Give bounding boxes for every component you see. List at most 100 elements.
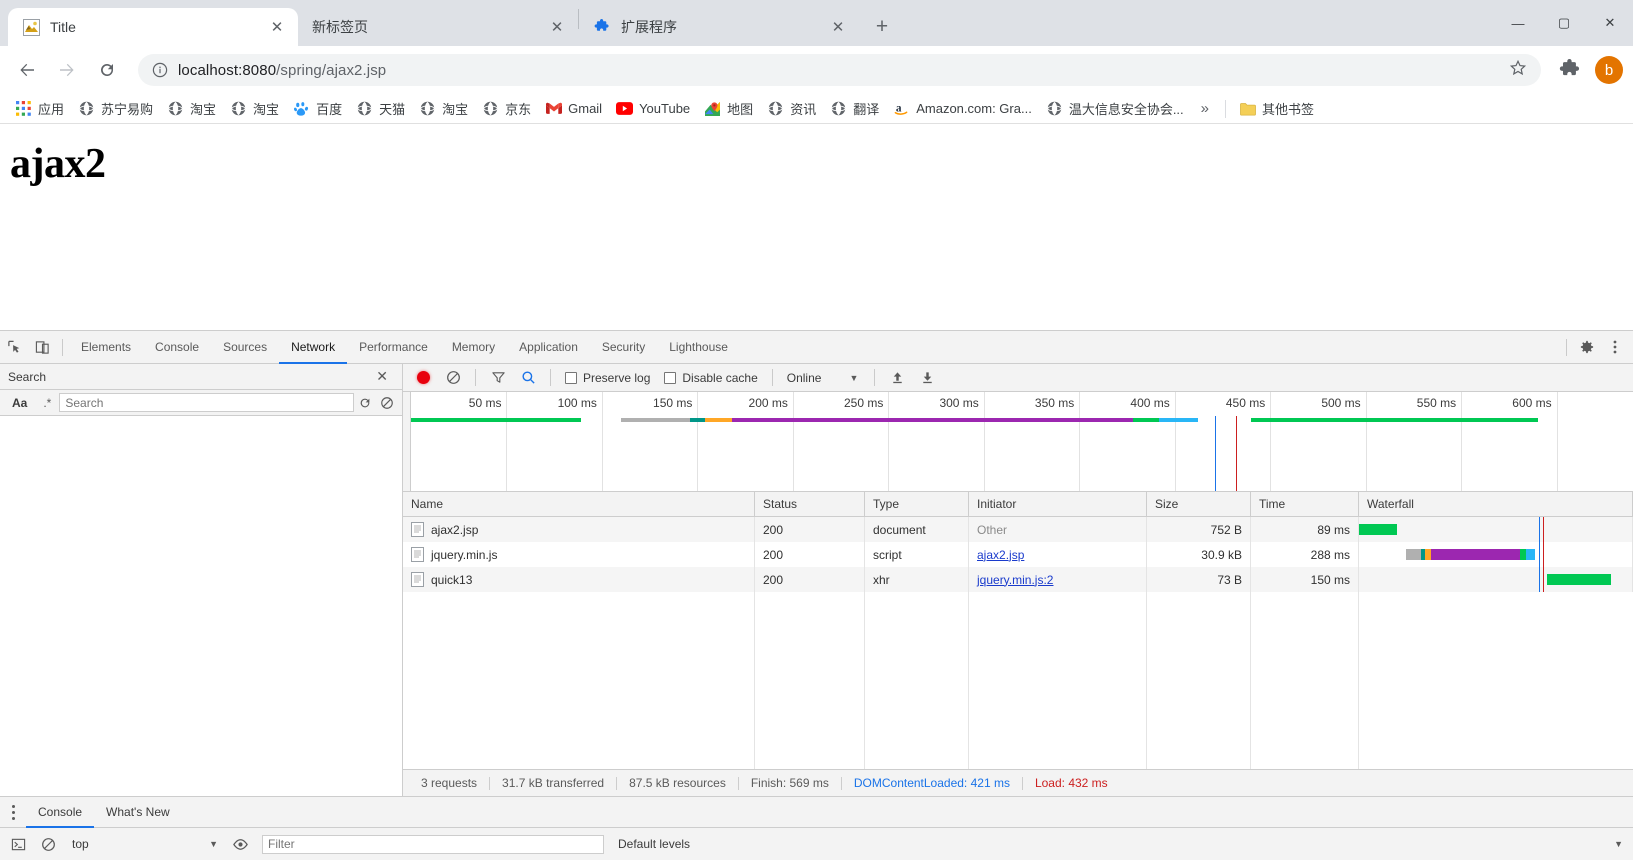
cell-waterfall[interactable] — [1359, 567, 1633, 592]
browser-tab-0[interactable]: Title ✕ — [8, 8, 298, 46]
clear-icon[interactable] — [376, 392, 398, 414]
match-case-button[interactable]: Aa — [4, 396, 35, 410]
reload-button[interactable] — [90, 53, 124, 87]
cell-initiator[interactable]: ajax2.jsp — [969, 542, 1147, 567]
console-context-select[interactable]: top ▼ — [64, 837, 224, 851]
initiator-link[interactable]: ajax2.jsp — [977, 548, 1024, 562]
bookmark-label: 京东 — [505, 102, 532, 117]
gear-icon[interactable] — [1573, 333, 1601, 361]
bookmark-taobao-1[interactable]: 淘宝 — [160, 97, 223, 121]
column-header-waterfall[interactable]: Waterfall — [1359, 492, 1633, 516]
tab-close-button[interactable]: ✕ — [266, 16, 288, 38]
table-row[interactable]: ajax2.jsp 200 document Other 752 B 89 ms — [403, 517, 1633, 542]
device-toolbar-icon[interactable] — [28, 333, 56, 361]
chevron-down-icon[interactable]: ▼ — [1614, 839, 1629, 849]
table-row[interactable]: jquery.min.js 200 script ajax2.jsp 30.9 … — [403, 542, 1633, 567]
devtools-tab-elements[interactable]: Elements — [69, 331, 143, 364]
devtools-tab-lighthouse[interactable]: Lighthouse — [657, 331, 740, 364]
upload-arrow-icon[interactable] — [883, 364, 911, 392]
console-filter-input[interactable] — [262, 834, 604, 854]
cell-name[interactable]: jquery.min.js — [403, 542, 755, 567]
info-circle-icon[interactable] — [152, 62, 168, 78]
eye-live-expression-icon[interactable] — [226, 830, 254, 858]
regex-button[interactable]: .* — [35, 396, 59, 410]
browser-tab-2[interactable]: 扩展程序 ✕ — [579, 8, 859, 46]
execute-snippet-icon[interactable] — [4, 830, 32, 858]
cell-initiator[interactable]: jquery.min.js:2 — [969, 567, 1147, 592]
column-header-initiator[interactable]: Initiator — [969, 492, 1147, 516]
back-button[interactable] — [10, 53, 44, 87]
cell-waterfall[interactable] — [1359, 542, 1633, 567]
devtools-tab-memory[interactable]: Memory — [440, 331, 507, 364]
bookmark-apps[interactable]: 应用 — [8, 97, 71, 121]
drawer-tab-console[interactable]: Console — [26, 797, 95, 828]
devtools-tab-sources[interactable]: Sources — [211, 331, 279, 364]
disable-cache-checkbox[interactable]: Disable cache — [664, 371, 758, 385]
devtools-tab-security[interactable]: Security — [590, 331, 657, 364]
browser-tab-1[interactable]: 新标签页 ✕ — [298, 8, 578, 46]
console-levels-select[interactable]: Default levels — [612, 837, 696, 851]
column-header-status[interactable]: Status — [755, 492, 865, 516]
cell-waterfall[interactable] — [1359, 517, 1633, 542]
inspect-cursor-icon[interactable] — [0, 333, 28, 361]
bookmark-taobao-2[interactable]: 淘宝 — [223, 97, 286, 121]
bookmark-translate[interactable]: 翻译 — [823, 97, 886, 121]
bookmark-maps[interactable]: 地图 — [697, 97, 760, 121]
globe-icon — [767, 100, 784, 117]
waterfall-event-line — [1543, 567, 1545, 592]
column-header-name[interactable]: Name — [403, 492, 755, 516]
minimize-button[interactable]: — — [1495, 7, 1541, 39]
chevron-down-icon[interactable]: ▼ — [849, 373, 858, 383]
search-input[interactable] — [59, 393, 354, 412]
drawer-tab-whats-new[interactable]: What's New — [94, 797, 182, 828]
cell-name[interactable]: ajax2.jsp — [403, 517, 755, 542]
kebab-menu-icon[interactable] — [1601, 333, 1629, 361]
devtools-tab-application[interactable]: Application — [507, 331, 590, 364]
forward-button[interactable] — [50, 53, 84, 87]
initiator-link[interactable]: jquery.min.js:2 — [977, 573, 1053, 587]
filter-funnel-icon[interactable] — [484, 364, 512, 392]
refresh-icon[interactable] — [354, 392, 376, 414]
close-icon[interactable]: ✕ — [370, 368, 394, 385]
bookmarks-overflow-button[interactable]: » — [1191, 100, 1219, 117]
table-row[interactable]: quick13 200 xhr jquery.min.js:2 73 B 150… — [403, 567, 1633, 592]
bookmark-amazon[interactable]: a Amazon.com: Gra... — [886, 97, 1039, 121]
clear-console-icon[interactable] — [34, 830, 62, 858]
overview-timeline[interactable]: 50 ms 100 ms 150 ms 200 ms 250 ms 300 ms 350 m… — [411, 392, 1633, 491]
devtools-tab-network[interactable]: Network — [279, 331, 348, 364]
tab-close-button[interactable]: ✕ — [546, 16, 568, 38]
bookmark-news[interactable]: 资讯 — [760, 97, 823, 121]
column-header-size[interactable]: Size — [1147, 492, 1251, 516]
bookmark-tmall[interactable]: 天猫 — [349, 97, 412, 121]
bookmark-youtube[interactable]: YouTube — [609, 97, 697, 121]
bookmark-gmail[interactable]: Gmail — [538, 97, 609, 121]
devtools-tab-console[interactable]: Console — [143, 331, 211, 364]
bookmark-suning[interactable]: 苏宁易购 — [71, 97, 160, 121]
devtools-tab-performance[interactable]: Performance — [347, 331, 440, 364]
throttle-select-value[interactable]: Online — [787, 371, 822, 385]
maximize-button[interactable]: ▢ — [1541, 7, 1587, 39]
url-text[interactable]: localhost:8080/spring/ajax2.jsp — [178, 62, 1509, 79]
page-favicon-icon — [22, 18, 40, 36]
address-bar[interactable]: localhost:8080/spring/ajax2.jsp — [138, 54, 1541, 86]
preserve-log-checkbox[interactable]: Preserve log — [565, 371, 650, 385]
search-magnifier-icon[interactable] — [514, 364, 542, 392]
profile-avatar[interactable]: b — [1595, 56, 1623, 84]
bookmark-taobao-3[interactable]: 淘宝 — [412, 97, 475, 121]
bookmark-baidu[interactable]: 百度 — [286, 97, 349, 121]
column-header-type[interactable]: Type — [865, 492, 969, 516]
clear-circle-icon[interactable] — [439, 364, 467, 392]
close-window-button[interactable]: ✕ — [1587, 7, 1633, 39]
download-arrow-icon[interactable] — [913, 364, 941, 392]
tab-close-button[interactable]: ✕ — [827, 16, 849, 38]
bookmark-jd[interactable]: 京东 — [475, 97, 538, 121]
kebab-menu-icon[interactable] — [0, 804, 26, 820]
bookmark-wendainfosec[interactable]: 温大信息安全协会... — [1039, 97, 1191, 121]
bookmark-star-icon[interactable] — [1509, 59, 1527, 82]
cell-name[interactable]: quick13 — [403, 567, 755, 592]
bookmark-other-folder[interactable]: 其他书签 — [1232, 97, 1321, 121]
record-stop-icon[interactable] — [409, 364, 437, 392]
extensions-button[interactable] — [1555, 55, 1585, 85]
new-tab-button[interactable]: + — [867, 12, 897, 42]
column-header-time[interactable]: Time — [1251, 492, 1359, 516]
